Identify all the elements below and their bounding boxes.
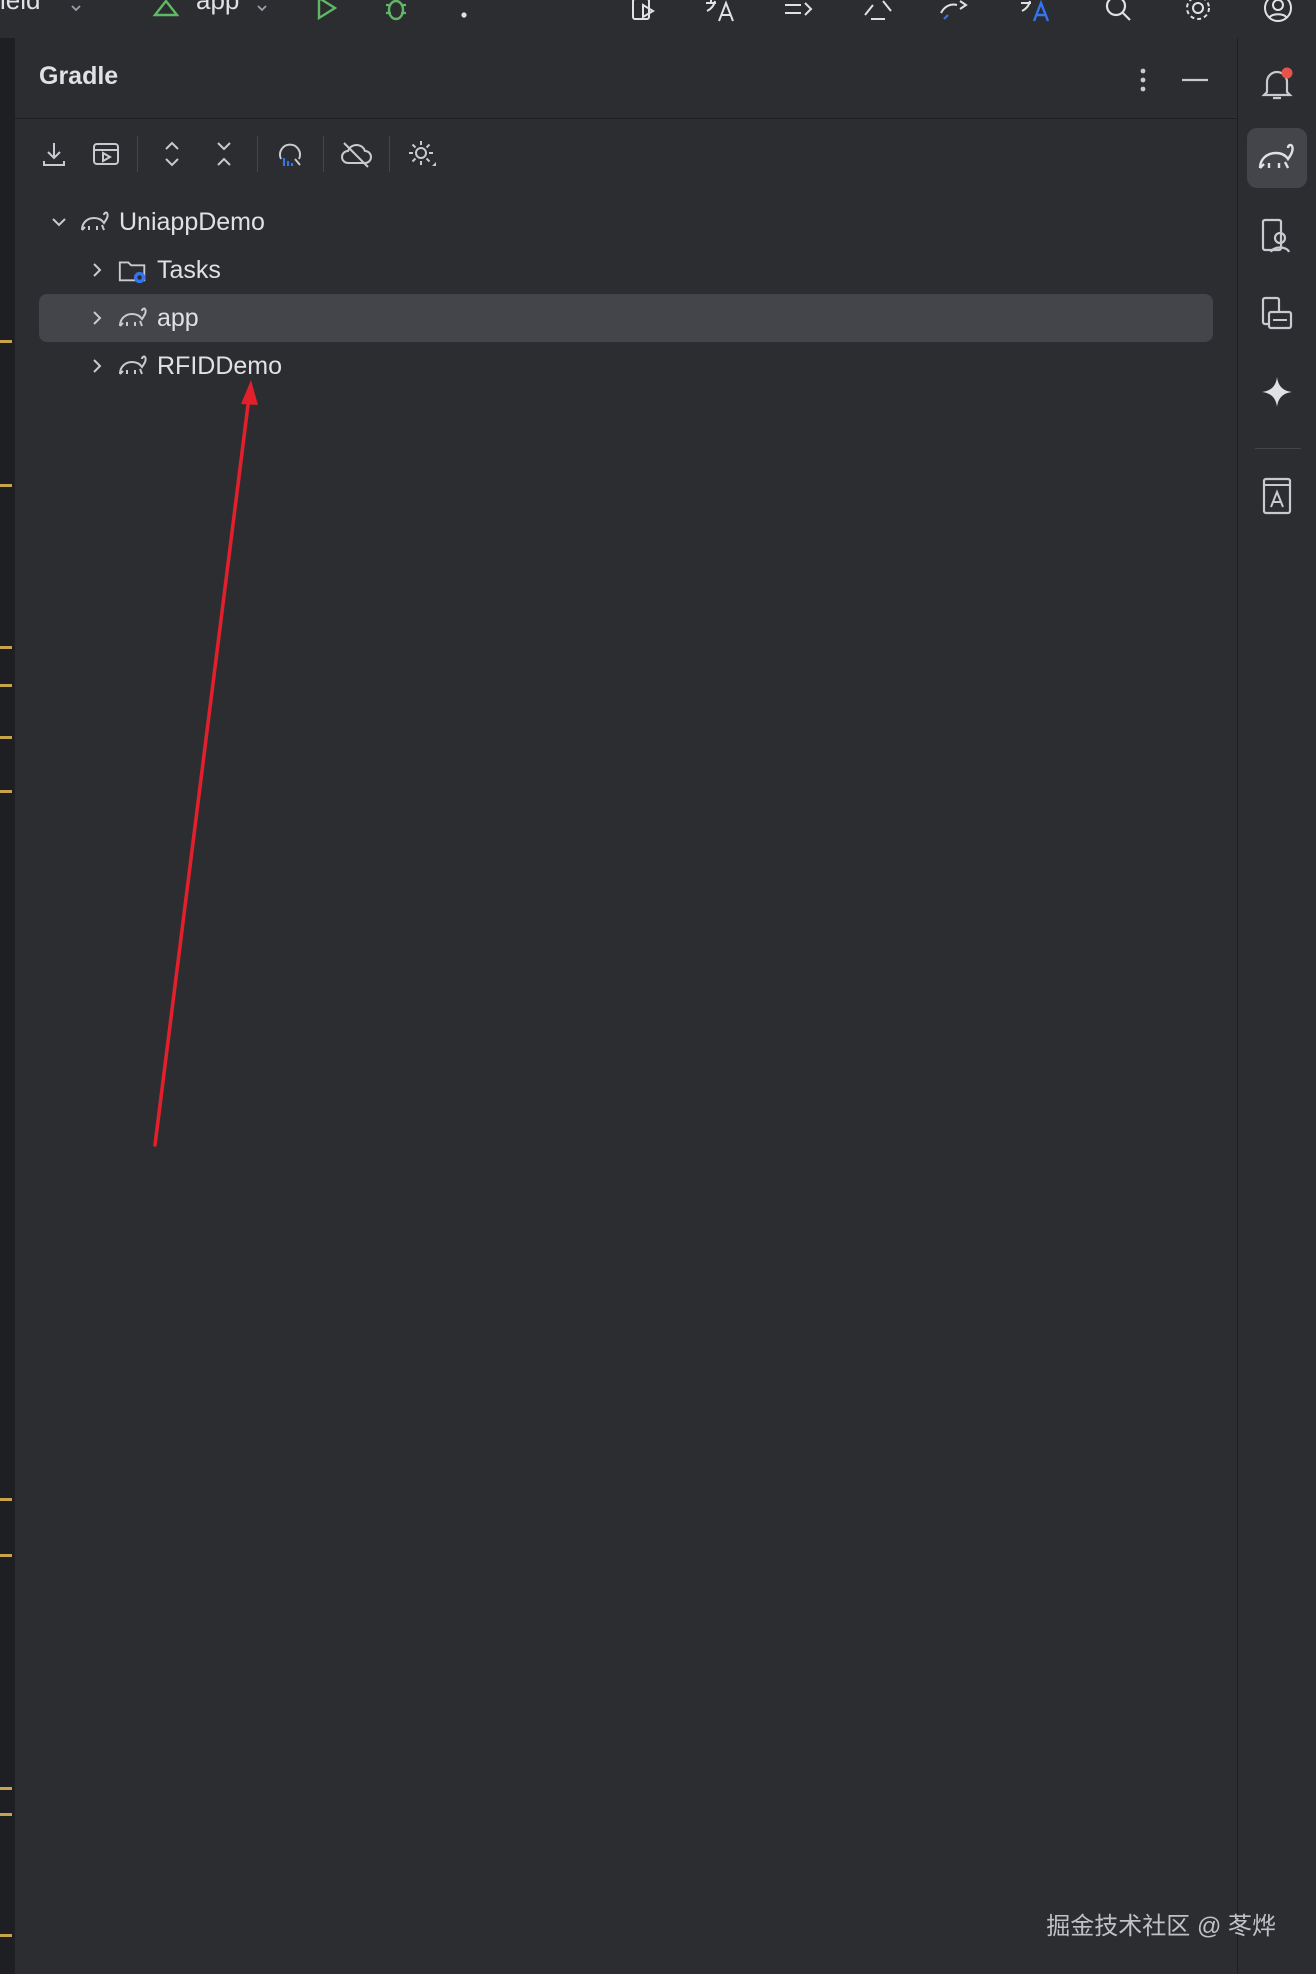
tree-node-label: UniappDemo bbox=[119, 208, 265, 236]
run-icon[interactable] bbox=[306, 0, 346, 28]
options-menu-icon[interactable] bbox=[1123, 60, 1163, 100]
gutter-marker bbox=[0, 684, 12, 687]
run-task-icon[interactable] bbox=[83, 131, 129, 177]
gutter-marker bbox=[0, 1934, 12, 1937]
notifications-icon[interactable] bbox=[1247, 54, 1307, 114]
collapse-all-icon[interactable] bbox=[201, 131, 247, 177]
run-config-chevron-icon[interactable] bbox=[242, 0, 282, 28]
diff-icon[interactable] bbox=[778, 0, 818, 28]
tasks-folder-icon bbox=[117, 254, 149, 286]
resource-manager-icon[interactable] bbox=[1247, 466, 1307, 526]
translate-icon[interactable] bbox=[700, 0, 740, 28]
gutter-marker bbox=[0, 646, 12, 649]
more-icon[interactable] bbox=[444, 0, 484, 28]
toolbar-separator bbox=[257, 136, 258, 172]
project-name-fragment[interactable]: ield bbox=[0, 0, 40, 16]
device-manager-icon[interactable] bbox=[1247, 206, 1307, 266]
tree-node-label: Tasks bbox=[157, 256, 221, 284]
running-devices-icon[interactable] bbox=[1247, 284, 1307, 344]
chevron-right-icon[interactable] bbox=[83, 256, 111, 284]
gutter-marker bbox=[0, 1498, 12, 1501]
chevron-right-icon[interactable] bbox=[83, 304, 111, 332]
gemini-icon[interactable] bbox=[1247, 362, 1307, 422]
panel-header: Gradle bbox=[15, 38, 1237, 119]
run-config-icon[interactable] bbox=[146, 0, 186, 28]
right-tool-strip bbox=[1237, 38, 1316, 1974]
watermark: 掘金技术社区 @ 苳烨 bbox=[1046, 1913, 1276, 1940]
tree-node-rfiddemo[interactable]: RFIDDemo bbox=[39, 342, 1213, 390]
gradle-settings-icon[interactable] bbox=[399, 131, 445, 177]
gradle-icon[interactable] bbox=[1247, 128, 1307, 188]
gradle-toolbar bbox=[15, 124, 1237, 182]
gutter-marker bbox=[0, 1787, 12, 1790]
strip-separator bbox=[1255, 448, 1301, 449]
settings-icon[interactable] bbox=[1178, 0, 1218, 28]
tree-node-root[interactable]: UniappDemo bbox=[39, 198, 1213, 246]
gradle-tool-window: Gradle UniappDemo Tasks app RFIDDemo bbox=[14, 38, 1237, 1974]
expand-all-icon[interactable] bbox=[149, 131, 195, 177]
gutter-marker bbox=[0, 340, 12, 343]
editor-gutter bbox=[0, 38, 14, 1974]
main-toolbar: ield app bbox=[0, 0, 1316, 39]
toolbar-separator bbox=[389, 136, 390, 172]
tree-node-label: app bbox=[157, 304, 199, 332]
ai-translate-icon[interactable] bbox=[1016, 0, 1056, 28]
toolbar-separator bbox=[137, 136, 138, 172]
gradle-project-icon bbox=[79, 206, 111, 238]
device-mirror-icon[interactable] bbox=[624, 0, 664, 28]
gradle-sync-icon[interactable] bbox=[936, 0, 976, 28]
search-icon[interactable] bbox=[1098, 0, 1138, 28]
chevron-right-icon[interactable] bbox=[83, 352, 111, 380]
chevron-down-icon[interactable] bbox=[45, 208, 73, 236]
run-config-label[interactable]: app bbox=[196, 0, 239, 16]
analyze-dependencies-icon[interactable] bbox=[267, 131, 313, 177]
panel-title: Gradle bbox=[39, 62, 119, 90]
download-sources-icon[interactable] bbox=[31, 131, 77, 177]
gutter-marker bbox=[0, 1554, 12, 1557]
toolbar-separator bbox=[323, 136, 324, 172]
offline-mode-icon[interactable] bbox=[333, 131, 379, 177]
debug-icon[interactable] bbox=[376, 0, 416, 28]
gradle-module-icon bbox=[117, 302, 149, 334]
minimize-icon[interactable] bbox=[1175, 60, 1215, 100]
gutter-marker bbox=[0, 484, 12, 487]
tree-node-label: RFIDDemo bbox=[157, 352, 283, 380]
sync-icon[interactable] bbox=[858, 0, 898, 28]
tree-node-tasks[interactable]: Tasks bbox=[39, 246, 1213, 294]
gutter-marker bbox=[0, 736, 12, 739]
chevron-down-icon[interactable] bbox=[56, 0, 96, 28]
tree-node-app[interactable]: app bbox=[39, 294, 1213, 342]
gutter-marker bbox=[0, 790, 12, 793]
gradle-module-icon bbox=[117, 350, 149, 382]
gutter-marker bbox=[0, 1813, 12, 1816]
account-icon[interactable] bbox=[1258, 0, 1298, 28]
